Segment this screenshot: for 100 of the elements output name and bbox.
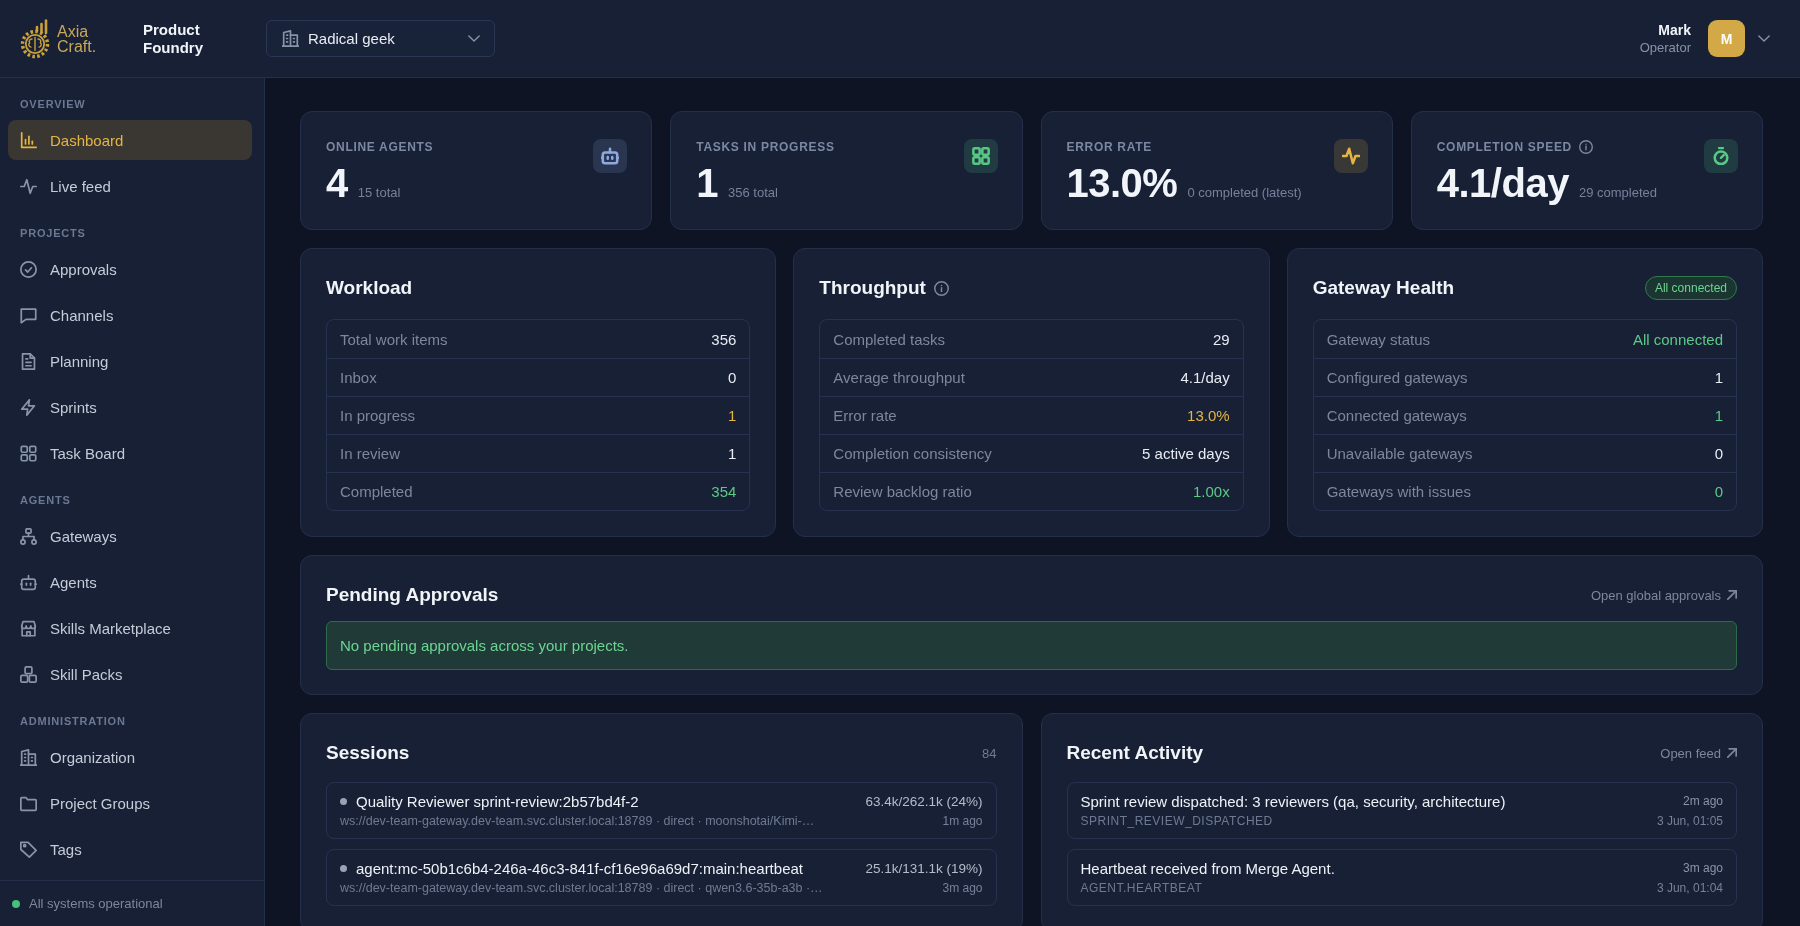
stat-detail: 29 completed [1578,185,1657,200]
metric-value: 13.0% [1187,407,1230,424]
arrow-up-right-icon [1727,590,1737,600]
section-label: ADMINISTRATION [19,714,127,728]
check-circle-icon [20,260,37,278]
metric-value: 1 [1714,407,1723,424]
metric-value: 1 [1714,369,1723,386]
activity-item[interactable]: Sprint review dispatched: 3 reviewers (qa, security, architecture) SPRINT_REVIEW_DISPATCHED 2m ago 3 Jun, 01:05 [1066,782,1737,839]
storefront-icon [20,619,37,637]
nav-item[interactable]: Sprints [8,387,252,427]
system-status: All systems operational [29,896,163,911]
session-item[interactable]: Quality Reviewer sprint-review:2b57bd4f-2 ws://dev-team-gateway.dev-team.svc.cluster.local:18789 · direct · moonshotai/Kimi-… 63.4k/262.1k (24%) 1m ago [326,782,997,839]
nav-item[interactable]: Gateways [8,516,252,556]
tag-icon [20,840,37,858]
activity-item[interactable]: Heartbeat received from Merge Agent. AGENT.HEARTBEAT 3m ago 3 Jun, 01:04 [1066,849,1737,906]
nav-item[interactable]: Live feed [8,166,252,206]
session-time: 3m ago [942,880,983,897]
nav-item[interactable]: Channels [8,295,252,335]
section-label: PROJECTS [19,226,87,240]
stat-label: COMPLETION SPEED [1436,140,1572,154]
stat-label: ONLINE AGENTS [326,140,434,154]
nav-item[interactable]: Tags [8,829,252,869]
card-title: Recent Activity [1066,741,1204,765]
token-usage: 25.1k/131.1k (19%) [865,860,983,878]
stat-value: 13.0% [1066,161,1178,205]
session-item[interactable]: agent:mc-50b1c6b4-246a-46c3-841f-cf16e96a69d7:main:heartbeat ws://dev-team-gateway.dev-team.svc.cluster.local:18789 · direct · qwen3.6-35b-a3b ·… 25.1k/131.1k (19%) 3m ago [326,849,997,906]
metric-label: Error rate [833,407,897,424]
metric-value: 356 [711,330,737,348]
metric-label: Completion consistency [833,445,992,462]
app-name: Product Foundry [143,20,204,57]
approvals-link[interactable]: Open global approvals [1590,587,1737,603]
org-selector[interactable]: Radical geek [266,20,495,57]
session-detail: ws://dev-team-gateway.dev-team.svc.cluster.local:18789 · direct · moonshotai/Kimi-… [340,813,815,830]
stat-label: ERROR RATE [1066,140,1152,154]
chart-bars-icon [20,131,37,149]
status-dot-icon [12,899,20,908]
metric-value: 354 [711,483,737,500]
stat-value: 4.1/day [1436,161,1569,205]
chevron-down-icon[interactable] [1758,35,1770,42]
token-usage: 63.4k/262.1k (24%) [865,793,983,811]
stat-detail: 0 completed (latest) [1187,185,1302,200]
building-icon [20,748,37,766]
stopwatch-icon [1704,139,1738,173]
metric-label: Gateway status [1326,330,1431,348]
nav-item[interactable]: Skill Packs [8,654,252,694]
metric-label: In progress [340,407,416,424]
stat-detail: 15 total [357,185,401,200]
nav-item[interactable]: Organization [8,737,252,777]
chevron-down-icon [468,35,480,42]
nav-item[interactable]: Task Board [8,433,252,473]
grid-icon [20,444,37,462]
user-role: Operator [1639,39,1691,56]
feed-link[interactable]: Open feed [1660,745,1737,761]
card-title: Pending Approvals [326,583,499,607]
metric-value: 4.1/day [1180,369,1230,386]
session-title: agent:mc-50b1c6b4-246a-46c3-841f-cf16e96a69d7:main:heartbeat [356,859,803,879]
metric-label: Review backlog ratio [833,483,972,500]
session-detail: ws://dev-team-gateway.dev-team.svc.cluster.local:18789 · direct · qwen3.6-35b-a3b ·… [340,880,823,897]
empty-state-banner: No pending approvals across your projects. [326,621,1737,670]
metric-label: Completed tasks [833,330,946,348]
nav-item[interactable]: Skills Marketplace [8,608,252,648]
status-dot-icon [340,798,347,805]
metric-label: Inbox [340,369,377,386]
nav-item[interactable]: Project Groups [8,783,252,823]
metric-label: Connected gateways [1326,407,1467,424]
metric-value: 1 [728,445,737,462]
gear-emblem-icon [20,18,52,59]
timestamp: 3 Jun, 01:05 [1656,813,1723,830]
metric-value: 1.00x [1192,483,1230,500]
building-icon [282,30,299,47]
section-label: OVERVIEW [19,97,87,111]
stat-label: TASKS IN PROGRESS [696,140,835,154]
card-title: Gateway Health [1312,276,1455,300]
stacked-boxes-icon [20,665,37,683]
metric-label: Unavailable gateways [1326,445,1473,462]
lightning-icon [20,398,37,416]
arrow-up-right-icon [1727,748,1737,758]
robot-icon [593,139,628,173]
nav-item[interactable]: Agents [8,562,252,602]
activity-title: Heartbeat received from Merge Agent. [1080,859,1335,879]
nav-item[interactable]: Planning [8,341,252,381]
relative-time: 3m ago [1682,860,1723,877]
status-badge: All connected [1644,276,1737,300]
nav-item[interactable]: Approvals [8,249,252,289]
nodes-icon [20,527,37,545]
metric-label: Gateways with issues [1326,483,1471,500]
nav-item[interactable]: Dashboard [8,120,252,160]
metric-label: Configured gateways [1326,369,1468,386]
card-title: Throughput [819,276,926,300]
document-icon [20,352,37,370]
metric-value: 0 [728,369,737,386]
user-name: Mark [1658,21,1691,39]
metric-value: 0 [1714,445,1723,462]
folder-icon [20,794,37,812]
robot-icon [20,573,37,591]
card-title: Sessions [326,741,410,765]
session-title: Quality Reviewer sprint-review:2b57bd4f-2 [356,792,639,812]
stat-value: 1 [696,161,718,205]
session-count: 84 [982,745,997,761]
section-label: AGENTS [19,493,72,507]
